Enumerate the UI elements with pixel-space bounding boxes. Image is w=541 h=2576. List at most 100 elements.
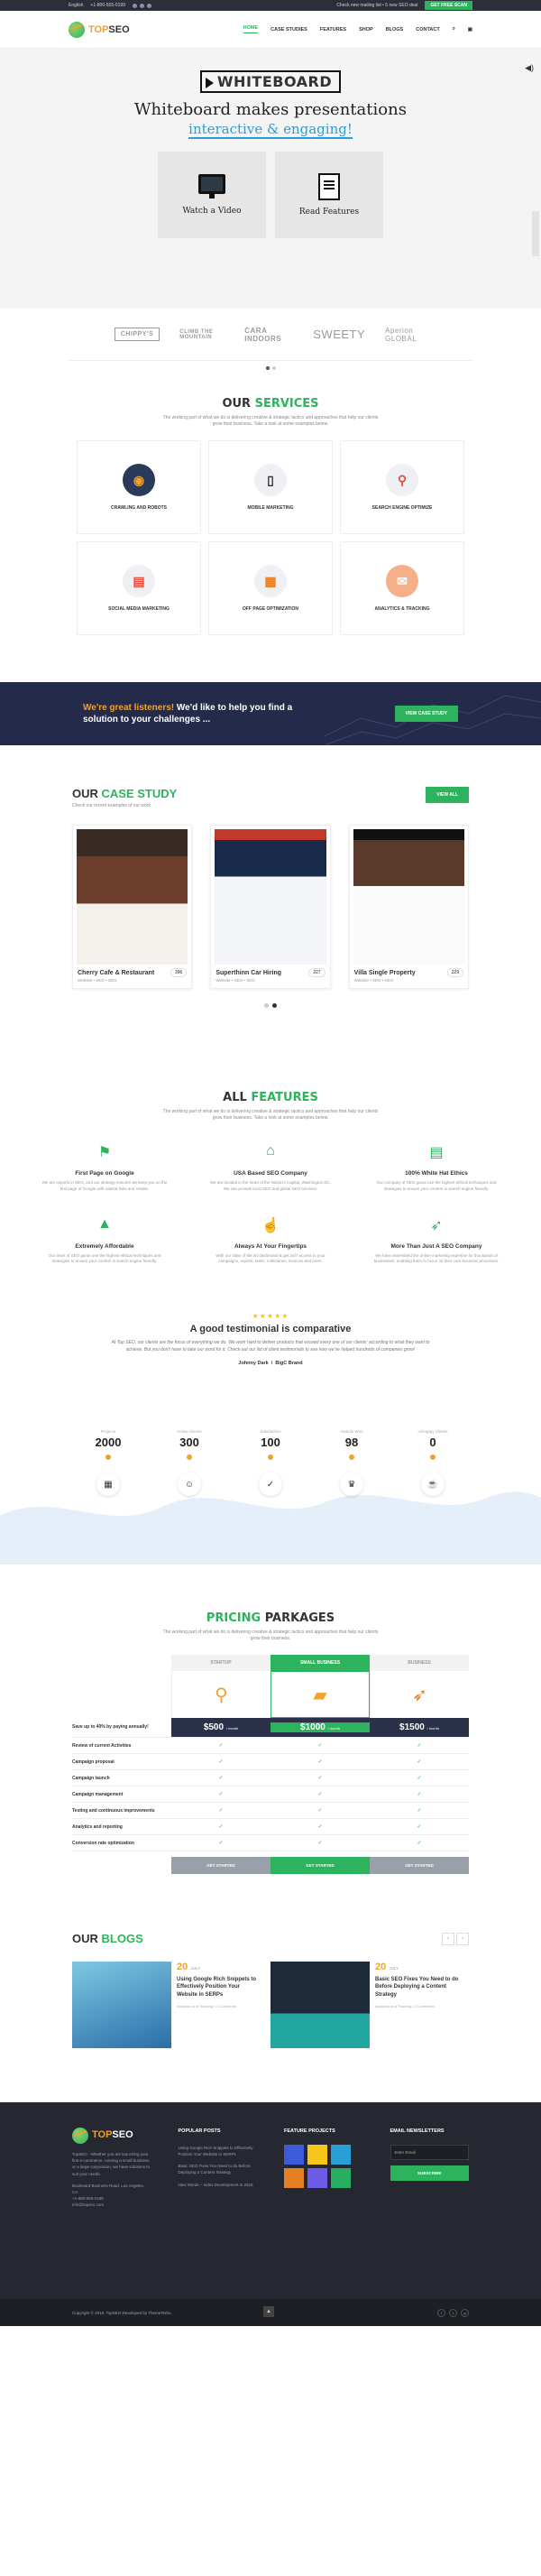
pricing-table: STARTUP SMALL BUSINESS BUSINESS ⚲ ▰ ➶ Sa…: [72, 1655, 469, 1874]
nav-case-studies[interactable]: CASE STUDIES: [270, 27, 307, 32]
subscribe-button[interactable]: SUBSCRIBE: [390, 2165, 469, 2182]
project-thumb[interactable]: [284, 2144, 304, 2165]
footer-post-link[interactable]: Basic SEO Fixes You Need to do Before De…: [179, 2163, 258, 2175]
building-icon: ⌂: [266, 1143, 275, 1159]
nav-shop[interactable]: SHOP: [359, 27, 373, 32]
get-started-button[interactable]: GET STARTED: [270, 1857, 370, 1874]
pager-dot[interactable]: [264, 1003, 269, 1008]
google-icon[interactable]: [146, 3, 151, 8]
blogs-section: OUR BLOGS ‹ › 20 JULY Using Google Rich S…: [0, 1932, 541, 2048]
get-started-button[interactable]: GET STARTED: [171, 1857, 270, 1874]
hero-brand: WHITEBOARD: [199, 70, 342, 93]
nav-home[interactable]: HOME: [243, 25, 259, 33]
service-card[interactable]: ⚲ SEARCH ENGINE OPTIMIZE: [340, 440, 464, 534]
case-meta: Website • SEO • SEO: [215, 978, 255, 983]
view-all-button[interactable]: VIEW ALL: [426, 787, 469, 803]
social-links: [132, 3, 151, 8]
case-card[interactable]: Villa Single Property 229 Website • SEO •…: [348, 825, 469, 989]
pager-dot[interactable]: [272, 1003, 277, 1008]
twitter-icon[interactable]: t: [449, 2308, 457, 2317]
price-label: Save up to 40% by paying annually!: [72, 1718, 171, 1737]
plan-name: BUSINESS: [370, 1655, 469, 1671]
side-tab[interactable]: [532, 211, 539, 256]
project-thumb[interactable]: [331, 2167, 351, 2188]
robot-icon: ◉: [123, 464, 155, 496]
volume-icon[interactable]: ◀): [525, 63, 534, 73]
feature-label: Campaign launch: [72, 1775, 110, 1781]
hero-brand-text: WHITEBOARD: [216, 73, 333, 90]
case-title: Villa Single Property: [353, 969, 416, 976]
watch-video-card[interactable]: Watch a Video: [158, 152, 266, 238]
footer-heading: FEATURE PROJECTS: [284, 2128, 335, 2134]
service-card[interactable]: ▯ MOBILE MARKETING: [208, 440, 333, 534]
prev-arrow-icon[interactable]: ‹: [442, 1932, 454, 1945]
language-select[interactable]: English: [69, 3, 83, 8]
nav-features[interactable]: FEATURES: [320, 27, 346, 32]
next-arrow-icon[interactable]: ›: [456, 1932, 469, 1945]
free-scan-button[interactable]: GET FREE SCAN: [425, 1, 472, 10]
facebook-icon[interactable]: f: [437, 2308, 445, 2317]
logo-icon: [72, 2128, 88, 2144]
nav-contact[interactable]: CONTACT: [416, 27, 439, 32]
check-icon: ✓: [218, 1759, 224, 1765]
blog-date: 20 JULY: [375, 1962, 399, 1972]
client-logo: CARA INDOORS: [244, 326, 282, 343]
read-features-card[interactable]: Read Features: [275, 152, 383, 238]
case-study-title: OUR CASE STUDY: [72, 787, 178, 800]
pager-dot[interactable]: [265, 366, 270, 370]
project-thumb[interactable]: [307, 2167, 327, 2188]
check-icon: ✓: [417, 1743, 422, 1749]
search-icon[interactable]: ⌕: [453, 26, 455, 32]
client-logo: SWEETY: [313, 328, 366, 341]
footer-about-text: TopSEO - Whether you are launching your …: [72, 2152, 151, 2176]
logo[interactable]: TOP SEO: [69, 21, 130, 38]
service-card[interactable]: ▦ OFF PAGE OPTIMIZATION: [208, 541, 333, 635]
footer-post-link[interactable]: Using Google Rich Snippets to Effectivel…: [179, 2145, 258, 2157]
case-card[interactable]: Cherry Cafe & Restaurant 396 Website • SE…: [72, 825, 193, 989]
service-card[interactable]: ✉ ANALYTICS & TRACKING: [340, 541, 464, 635]
chart-board-icon: ▲: [97, 1215, 112, 1232]
footer-post-link[interactable]: New Words – Index Development in 2018: [179, 2182, 258, 2188]
plan-name: SMALL BUSINESS: [270, 1655, 370, 1671]
features-section: ALL FEATURES The working part of what we…: [0, 1091, 541, 1265]
service-card[interactable]: ◉ CRAWLING AND ROBOTS: [77, 440, 201, 534]
project-thumb[interactable]: [284, 2167, 304, 2188]
document-icon: [318, 173, 340, 200]
nav-blogs[interactable]: BLOGS: [386, 27, 404, 32]
footer-address: Boulevard Business Road, Los Angeles, CA: [72, 2183, 145, 2194]
blog-image: [72, 1962, 171, 2048]
thumb-icon: ✓: [259, 1473, 282, 1496]
get-started-button[interactable]: GET STARTED: [370, 1857, 469, 1874]
blog-post[interactable]: 20 JULY Using Google Rich Snippets to Ef…: [72, 1962, 261, 2048]
project-thumb[interactable]: [331, 2144, 351, 2165]
check-icon: ✓: [317, 1759, 323, 1765]
watch-video-label: Watch a Video: [182, 207, 242, 216]
view-case-study-button[interactable]: VIEW CASE STUDY: [394, 706, 458, 722]
phone-number: +1-800-555-0199: [90, 3, 125, 8]
cart-icon[interactable]: ▣: [468, 27, 472, 32]
back-to-top-icon[interactable]: ▲: [263, 2306, 274, 2317]
email-field[interactable]: Enter Email: [390, 2144, 469, 2160]
hero-headline: Whiteboard makes presentations: [134, 100, 407, 119]
analytics-icon: ✉: [386, 565, 418, 597]
blogs-title: OUR BLOGS: [72, 1932, 143, 1945]
footer-about: TOP SEO TopSEO - Whether you are launchin…: [72, 2128, 151, 2209]
google-icon[interactable]: g: [461, 2308, 469, 2317]
case-count: 227: [308, 968, 326, 977]
service-card[interactable]: ▤ SOCIAL MEDIA MARKETING: [77, 541, 201, 635]
case-count: 229: [446, 968, 463, 977]
pricing-desc: The working part of what we do is delive…: [162, 1630, 379, 1641]
project-thumb[interactable]: [307, 2144, 327, 2165]
blog-post[interactable]: 20 JULY Basic SEO Fixes You Need to do B…: [270, 1962, 460, 2048]
mobile-icon: ▯: [254, 464, 287, 496]
testimonial-author: Johnny Dark / BigC Brand: [238, 1361, 303, 1366]
footer-logo[interactable]: TOP SEO: [72, 2128, 151, 2144]
check-icon: ✓: [417, 1776, 422, 1781]
check-icon: ✓: [417, 1841, 422, 1846]
case-card[interactable]: Superthinn Car Hiring 227 Website • SEO •…: [210, 825, 331, 989]
services-title: OUR SERVICES: [222, 397, 319, 411]
case-study-section: OUR CASE STUDY Check our recent examples…: [0, 787, 541, 1008]
facebook-icon[interactable]: [132, 3, 137, 8]
pager-dot[interactable]: [271, 366, 276, 370]
twitter-icon[interactable]: [139, 3, 144, 8]
